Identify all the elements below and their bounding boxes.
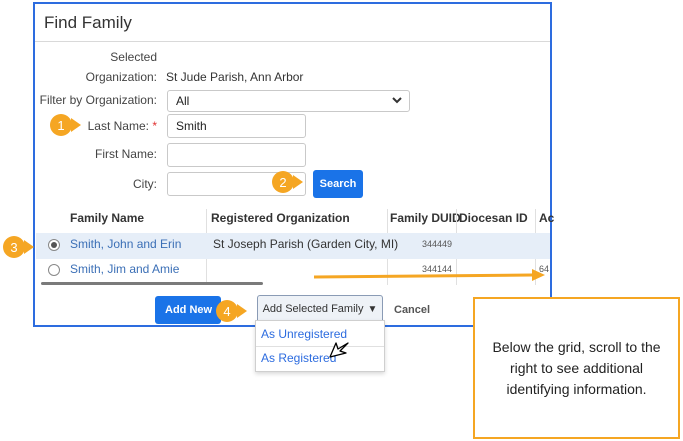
col-family-duid[interactable]: Family DUID	[390, 211, 461, 225]
cancel-button[interactable]: Cancel	[394, 304, 430, 316]
selected-org-label-line2: Organization:	[85, 70, 157, 84]
col-registered-org[interactable]: Registered Organization	[211, 211, 350, 225]
col-family-name[interactable]: Family Name	[70, 211, 144, 225]
filter-org-value: All	[176, 94, 190, 108]
step-badge-pointer	[24, 240, 34, 254]
title-divider	[35, 41, 550, 42]
first-name-label: First Name:	[94, 147, 157, 161]
last-name-label-text: Last Name:	[87, 119, 149, 133]
city-label: City:	[133, 177, 157, 191]
row-radio[interactable]	[48, 264, 60, 276]
step-badge-pointer	[71, 118, 81, 132]
last-name-label: Last Name: *	[88, 119, 157, 133]
col-diocesan-id[interactable]: Diocesan ID	[459, 211, 528, 225]
family-name-link[interactable]: Smith, Jim and Amie	[70, 262, 179, 276]
step-badge-pointer	[237, 304, 247, 318]
selected-org-value: St Jude Parish, Ann Arbor	[166, 70, 304, 84]
chevron-down-icon	[392, 97, 402, 104]
add-new-button[interactable]: Add New	[155, 296, 221, 324]
last-name-input[interactable]: Smith	[167, 114, 306, 138]
required-mark: *	[152, 119, 157, 133]
filter-org-select[interactable]: All	[167, 90, 410, 112]
cursor-icon	[329, 342, 349, 358]
dialog-title: Find Family	[44, 13, 132, 32]
horizontal-scrollbar[interactable]	[41, 282, 263, 285]
duid-cell: 344449	[422, 239, 453, 249]
filter-org-label: Filter by Organization:	[39, 93, 157, 107]
step-badge-4: 4	[216, 300, 238, 322]
first-name-input[interactable]	[167, 143, 306, 167]
menu-divider	[256, 346, 384, 347]
callout-box: Below the grid, scroll to the right to s…	[473, 297, 680, 439]
search-button[interactable]: Search	[313, 170, 363, 198]
step-badge-2: 2	[272, 171, 294, 193]
add-selected-dropdown: As Unregistered As Registered	[255, 320, 385, 372]
add-selected-family-label: Add Selected Family	[262, 303, 364, 315]
selected-org-label-line1: Selected	[110, 50, 157, 64]
row-radio-selected[interactable]	[48, 239, 60, 251]
family-name-link[interactable]: Smith, John and Erin	[70, 237, 181, 251]
step-badge-pointer	[293, 175, 303, 189]
scroll-right-arrow-icon	[313, 269, 545, 281]
step-badge-1: 1	[50, 114, 72, 136]
caret-down-icon: ▼	[367, 303, 378, 315]
registered-org-cell: St Joseph Parish (Garden City, MI)	[213, 237, 399, 251]
col-ac[interactable]: Ac	[539, 211, 554, 225]
step-badge-3: 3	[3, 236, 25, 258]
add-selected-family-button[interactable]: Add Selected Family ▼	[257, 295, 383, 323]
